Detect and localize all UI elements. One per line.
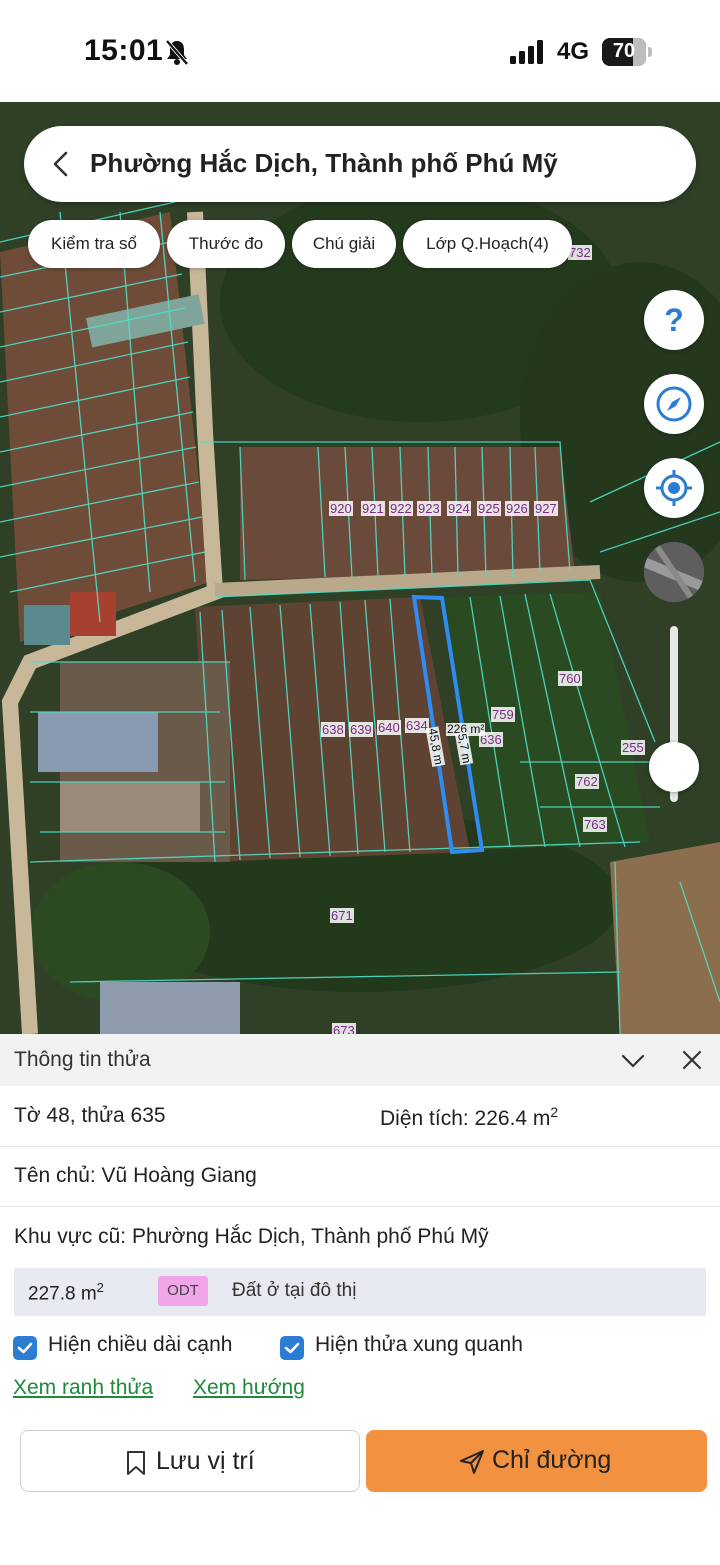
show-edge-length-checkbox[interactable] bbox=[13, 1336, 37, 1360]
show-edge-length-label[interactable]: Hiện chiều dài cạnh bbox=[48, 1333, 232, 1357]
signal-icon bbox=[510, 40, 543, 64]
crosshair-location-icon bbox=[656, 470, 692, 506]
show-neighbors-checkbox[interactable] bbox=[280, 1336, 304, 1360]
app-root: 15:01 4G 70 732 920 921 922 923 924 925 … bbox=[0, 0, 720, 1565]
chevron-down-icon[interactable] bbox=[620, 1048, 646, 1074]
send-arrow-icon bbox=[460, 1450, 484, 1474]
close-icon[interactable] bbox=[680, 1048, 704, 1072]
zoom-slider-handle[interactable] bbox=[649, 741, 699, 792]
panel-header: Thông tin thửa bbox=[0, 1034, 720, 1086]
parcel-number[interactable]: 638 bbox=[321, 722, 345, 737]
battery-level: 70 bbox=[612, 40, 636, 62]
parcel-number[interactable]: 922 bbox=[389, 501, 413, 516]
parcel-number[interactable]: 926 bbox=[505, 501, 529, 516]
chip-legend[interactable]: Chú giải bbox=[292, 220, 396, 268]
bell-off-icon bbox=[165, 39, 189, 66]
parcel-number[interactable]: 921 bbox=[361, 501, 385, 516]
divider bbox=[0, 1206, 720, 1207]
question-mark-icon: ? bbox=[664, 302, 684, 338]
owner-name: Tên chủ: Vũ Hoàng Giang bbox=[14, 1164, 257, 1187]
old-area-name: Khu vực cũ: Phường Hắc Dịch, Thành phố P… bbox=[14, 1225, 489, 1248]
zone-code-badge: ODT bbox=[158, 1276, 208, 1306]
status-time: 15:01 bbox=[84, 34, 164, 67]
parcel-number[interactable]: 255 bbox=[621, 740, 645, 755]
chip-check-book[interactable]: Kiểm tra sổ bbox=[28, 220, 160, 268]
parcel-number[interactable]: 763 bbox=[583, 817, 607, 832]
zone-area-value: 227.8 m bbox=[28, 1283, 97, 1305]
svg-text:?: ? bbox=[664, 302, 684, 338]
satellite-layer-icon bbox=[644, 542, 704, 602]
parcel-number[interactable]: 762 bbox=[575, 774, 599, 789]
zone-area: 227.8 m2 bbox=[28, 1280, 104, 1305]
land-use-zone-row: 227.8 m2 ODT Đất ở tại đô thị bbox=[14, 1268, 706, 1316]
parcel-area: Diện tích: 226.4 m2 bbox=[380, 1104, 558, 1131]
parcel-number[interactable]: 640 bbox=[377, 720, 401, 735]
zone-description: Đất ở tại đô thị bbox=[232, 1280, 357, 1301]
parcel-number[interactable]: 920 bbox=[329, 501, 353, 516]
view-boundary-link[interactable]: Xem ranh thửa bbox=[13, 1376, 153, 1400]
status-bar: 15:01 4G 70 bbox=[0, 0, 720, 102]
chip-planning-layer[interactable]: Lớp Q.Hoạch(4) bbox=[403, 220, 572, 268]
check-icon bbox=[17, 1342, 33, 1354]
help-button[interactable]: ? bbox=[644, 290, 704, 350]
my-location-button[interactable] bbox=[644, 458, 704, 518]
directions-button[interactable]: Chỉ đường bbox=[366, 1430, 707, 1492]
parcel-number[interactable]: 671 bbox=[330, 908, 354, 923]
location-title: Phường Hắc Dịch, Thành phố Phú Mỹ bbox=[90, 148, 558, 178]
area-unit-exponent: 2 bbox=[550, 1104, 559, 1120]
parcel-number[interactable]: 924 bbox=[447, 501, 471, 516]
parcel-area-value: Diện tích: 226.4 m bbox=[380, 1107, 551, 1130]
bookmark-icon bbox=[127, 1451, 145, 1475]
parcel-number[interactable]: 673 bbox=[332, 1023, 356, 1034]
location-search-bar[interactable]: Phường Hắc Dịch, Thành phố Phú Mỹ bbox=[24, 126, 696, 202]
parcel-number[interactable]: 759 bbox=[491, 707, 515, 722]
view-direction-link[interactable]: Xem hướng bbox=[193, 1376, 305, 1400]
save-location-button[interactable]: Lưu vị trí bbox=[20, 1430, 360, 1492]
divider bbox=[0, 1146, 720, 1147]
parcel-number[interactable]: 760 bbox=[558, 671, 582, 686]
back-arrow-icon[interactable] bbox=[46, 148, 78, 180]
map-layer-toggle-button[interactable] bbox=[644, 542, 704, 602]
compass-icon bbox=[656, 386, 692, 422]
compass-button[interactable] bbox=[644, 374, 704, 434]
network-type: 4G bbox=[557, 38, 590, 65]
show-neighbors-label[interactable]: Hiện thửa xung quanh bbox=[315, 1333, 523, 1357]
parcel-info-panel: Thông tin thửa Tờ 48, thửa 635 Diện tích… bbox=[0, 1034, 720, 1565]
zone-area-exponent: 2 bbox=[96, 1280, 104, 1295]
chip-ruler[interactable]: Thước đo bbox=[167, 220, 285, 268]
panel-title: Thông tin thửa bbox=[14, 1048, 151, 1071]
sheet-parcel-number: Tờ 48, thửa 635 bbox=[14, 1104, 166, 1127]
check-icon bbox=[284, 1342, 300, 1354]
parcel-number[interactable]: 923 bbox=[417, 501, 441, 516]
parcel-number[interactable]: 925 bbox=[477, 501, 501, 516]
map-view[interactable]: 732 920 921 922 923 924 925 926 927 638 … bbox=[0, 102, 720, 1034]
battery-icon: 70 bbox=[602, 38, 652, 66]
save-location-label: Lưu vị trí bbox=[156, 1447, 255, 1475]
parcel-number[interactable]: 927 bbox=[534, 501, 558, 516]
directions-label: Chỉ đường bbox=[492, 1446, 612, 1474]
parcel-number[interactable]: 639 bbox=[349, 722, 373, 737]
